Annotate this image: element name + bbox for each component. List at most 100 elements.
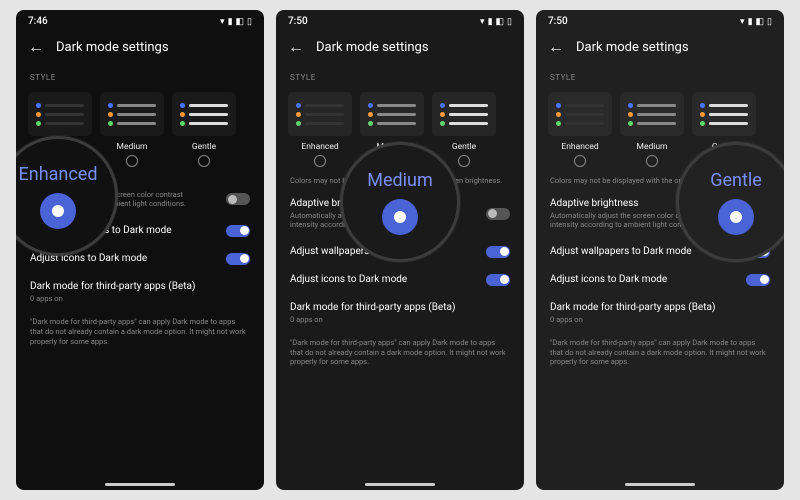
radio-gentle[interactable] xyxy=(458,155,470,167)
status-icons: ▾ ▮ ◧ ▯ xyxy=(220,17,252,27)
home-indicator[interactable] xyxy=(365,483,435,486)
status-icons: ▾ ▮ ◧ ▯ xyxy=(480,17,512,27)
wifi-icon: ▾ xyxy=(480,17,485,27)
clock: 7:46 xyxy=(28,16,48,27)
setting-adaptive[interactable]: Automatically adjust the screen color co… xyxy=(16,172,264,217)
toggle-adaptive[interactable] xyxy=(226,193,250,205)
toggle-wallpaper[interactable] xyxy=(746,246,770,258)
wifi-icon: ▾ xyxy=(740,17,745,27)
status-bar: 7:50 ▾ ▮ ◧ ▯ xyxy=(276,10,524,31)
page-title: Dark mode settings xyxy=(316,40,429,55)
clock: 7:50 xyxy=(288,16,308,27)
phone-screen-gentle: 7:50 ▾ ▮ ◧ ▯ ← Dark mode settings STYLE … xyxy=(536,10,784,490)
back-icon[interactable]: ← xyxy=(288,37,304,57)
radio-enhanced[interactable] xyxy=(314,155,326,167)
home-indicator[interactable] xyxy=(625,483,695,486)
style-cards xyxy=(276,86,524,140)
style-card-gentle[interactable] xyxy=(172,92,236,136)
style-label-medium: Medium xyxy=(100,142,164,152)
setting-icons[interactable]: Adjust icons to Dark mode xyxy=(276,266,524,294)
no-sim-icon: ◧ xyxy=(236,17,245,27)
thirdparty-sub: 0 apps on xyxy=(30,294,195,303)
radio-enhanced[interactable] xyxy=(54,155,66,167)
battery-icon: ▯ xyxy=(767,17,772,27)
battery-icon: ▯ xyxy=(507,17,512,27)
setting-thirdparty[interactable]: Dark mode for third-party apps (Beta) 0 … xyxy=(16,273,264,311)
back-icon[interactable]: ← xyxy=(28,37,44,57)
setting-wallpaper[interactable]: Adjust wallpapers to Dark mode xyxy=(16,217,264,245)
style-card-gentle[interactable] xyxy=(692,92,756,136)
setting-wallpaper[interactable]: Adjust wallpapers to Dark mode xyxy=(536,238,784,266)
setting-wallpaper[interactable]: Adjust wallpapers to Dark mode xyxy=(276,238,524,266)
icons-label: Adjust icons to Dark mode xyxy=(550,274,667,285)
setting-adaptive[interactable]: Adaptive brightness Automatically adjust… xyxy=(536,190,784,238)
header: ← Dark mode settings xyxy=(16,31,264,69)
battery-icon: ▯ xyxy=(247,17,252,27)
home-indicator[interactable] xyxy=(105,483,175,486)
adaptive-title: Adaptive brightness xyxy=(550,198,720,209)
footer-note: "Dark mode for third-party apps" can app… xyxy=(16,311,264,352)
setting-thirdparty[interactable]: Dark mode for third-party apps (Beta) 0 … xyxy=(536,294,784,332)
toggle-wallpaper[interactable] xyxy=(226,225,250,237)
section-label-style: STYLE xyxy=(16,69,264,86)
radio-medium[interactable] xyxy=(126,155,138,167)
style-label-gentle: Gentle xyxy=(432,142,496,152)
style-card-medium[interactable] xyxy=(100,92,164,136)
style-label-gentle: Gentle xyxy=(172,142,236,152)
phone-screen-medium: 7:50 ▾ ▮ ◧ ▯ ← Dark mode settings STYLE … xyxy=(276,10,524,490)
style-label-medium: Medium xyxy=(360,142,424,152)
style-label-enhanced: Enhanced xyxy=(548,142,612,152)
section-label-style: STYLE xyxy=(536,69,784,86)
toggle-adaptive[interactable] xyxy=(486,208,510,220)
radio-medium[interactable] xyxy=(646,155,658,167)
setting-adaptive[interactable]: Adaptive brightness Automatically adjust… xyxy=(276,190,524,238)
page-title: Dark mode settings xyxy=(576,40,689,55)
thirdparty-label: Dark mode for third-party apps (Beta) xyxy=(290,302,455,313)
status-bar: 7:46 ▾ ▮ ◧ ▯ xyxy=(16,10,264,31)
style-card-gentle[interactable] xyxy=(432,92,496,136)
style-card-medium[interactable] xyxy=(360,92,424,136)
color-note: Colors may not be displayed with the ori… xyxy=(536,172,784,190)
style-radio-row: Enhanced Medium Gentle xyxy=(16,140,264,172)
toggle-icons[interactable] xyxy=(226,253,250,265)
thirdparty-label: Dark mode for third-party apps (Beta) xyxy=(30,281,195,292)
icons-label: Adjust icons to Dark mode xyxy=(290,274,407,285)
signal-icon: ▮ xyxy=(488,17,493,27)
adaptive-desc: Automatically adjust the screen color co… xyxy=(290,211,460,230)
toggle-adaptive[interactable] xyxy=(746,208,770,220)
radio-gentle[interactable] xyxy=(718,155,730,167)
setting-icons[interactable]: Adjust icons to Dark mode xyxy=(16,245,264,273)
toggle-wallpaper[interactable] xyxy=(486,246,510,258)
header: ← Dark mode settings xyxy=(536,31,784,69)
style-card-medium[interactable] xyxy=(620,92,684,136)
toggle-icons[interactable] xyxy=(746,274,770,286)
footer-note: "Dark mode for third-party apps" can app… xyxy=(276,332,524,373)
icons-label: Adjust icons to Dark mode xyxy=(30,253,147,264)
style-card-enhanced[interactable] xyxy=(288,92,352,136)
adaptive-desc: Automatically adjust the screen color co… xyxy=(30,190,200,209)
wallpaper-label: Adjust wallpapers to Dark mode xyxy=(290,246,432,257)
header: ← Dark mode settings xyxy=(276,31,524,69)
adaptive-title: Adaptive brightness xyxy=(290,198,460,209)
style-card-enhanced[interactable] xyxy=(548,92,612,136)
radio-enhanced[interactable] xyxy=(574,155,586,167)
setting-icons[interactable]: Adjust icons to Dark mode xyxy=(536,266,784,294)
toggle-icons[interactable] xyxy=(486,274,510,286)
adaptive-desc: Automatically adjust the screen color co… xyxy=(550,211,720,230)
setting-thirdparty[interactable]: Dark mode for third-party apps (Beta) 0 … xyxy=(276,294,524,332)
style-label-medium: Medium xyxy=(620,142,684,152)
thirdparty-sub: 0 apps on xyxy=(290,315,455,324)
style-card-enhanced[interactable] xyxy=(28,92,92,136)
section-label-style: STYLE xyxy=(276,69,524,86)
radio-medium[interactable] xyxy=(386,155,398,167)
style-cards xyxy=(16,86,264,140)
signal-icon: ▮ xyxy=(228,17,233,27)
radio-gentle[interactable] xyxy=(198,155,210,167)
color-note: Colors may not be displayed with the ori… xyxy=(276,172,524,190)
signal-icon: ▮ xyxy=(748,17,753,27)
back-icon[interactable]: ← xyxy=(548,37,564,57)
phone-screen-enhanced: 7:46 ▾ ▮ ◧ ▯ ← Dark mode settings STYLE … xyxy=(16,10,264,490)
clock: 7:50 xyxy=(548,16,568,27)
no-sim-icon: ◧ xyxy=(756,17,765,27)
thirdparty-sub: 0 apps on xyxy=(550,315,715,324)
